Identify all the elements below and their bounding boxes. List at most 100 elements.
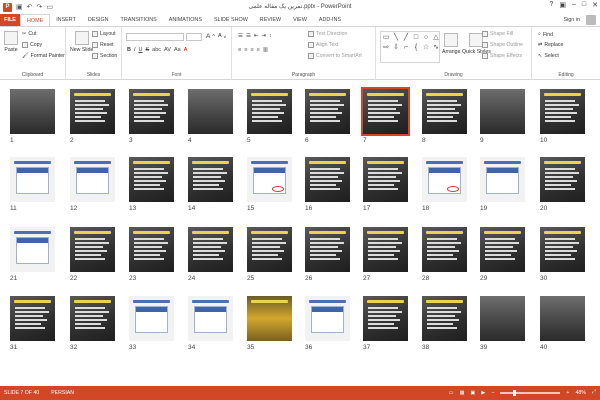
slide-thumbnail-6[interactable] — [305, 89, 350, 134]
align-center-icon[interactable]: ≡ — [244, 47, 247, 53]
slide-thumbnail-16[interactable] — [305, 157, 350, 202]
numbering-icon[interactable]: ☰ — [246, 33, 251, 39]
slide-thumbnail-38[interactable] — [422, 296, 467, 341]
paste-button[interactable]: Paste — [4, 31, 18, 53]
slide-thumbnail-27[interactable] — [363, 227, 408, 272]
slide-thumbnail-40[interactable] — [540, 296, 585, 341]
slide-thumbnail-3[interactable] — [129, 89, 174, 134]
font-color-button[interactable]: A — [184, 47, 188, 53]
slide-thumbnail-15[interactable] — [247, 157, 292, 202]
star-shape-icon[interactable]: ☆ — [423, 43, 429, 51]
italic-button[interactable]: I — [134, 47, 136, 53]
maximize-icon[interactable]: □ — [582, 1, 586, 9]
arrow-shape-icon-2[interactable]: ⇩ — [393, 43, 399, 51]
slide-thumbnail-31[interactable] — [10, 296, 55, 341]
decrease-indent-icon[interactable]: ⇤ — [254, 33, 259, 39]
slide-thumbnail-32[interactable] — [70, 296, 115, 341]
format-painter-button[interactable]: 🖌 Format Painter — [22, 53, 65, 59]
zoom-in-icon[interactable]: + — [566, 390, 569, 396]
close-icon[interactable]: ✕ — [592, 1, 598, 9]
character-spacing-button[interactable]: AV — [164, 47, 171, 53]
slide-thumbnail-5[interactable] — [247, 89, 292, 134]
font-name-input[interactable] — [126, 33, 184, 41]
sign-in-link[interactable]: Sign in — [564, 17, 580, 23]
slide-sorter-view-icon[interactable]: ▦ — [460, 390, 465, 396]
slide-thumbnail-29[interactable] — [480, 227, 525, 272]
fit-to-window-icon[interactable]: ⤢ — [592, 389, 596, 396]
slide-thumbnail-28[interactable] — [422, 227, 467, 272]
start-from-beginning-icon[interactable]: ▭ — [46, 3, 53, 12]
slide-thumbnail-21[interactable] — [10, 227, 55, 272]
font-size-input[interactable] — [186, 33, 202, 41]
slide-thumbnail-2[interactable] — [70, 89, 115, 134]
shapes-gallery[interactable]: ▭ ╲ ╱ □ ○ △ ⇨ ⇩ ⌐ { ☆ ∿ — [380, 31, 440, 63]
slide-thumbnail-39[interactable] — [480, 296, 525, 341]
language-indicator[interactable]: PERSIAN — [51, 390, 74, 396]
brace-shape-icon[interactable]: { — [415, 44, 417, 51]
connector-shape-icon[interactable]: ⌐ — [404, 44, 408, 51]
justify-icon[interactable]: ≡ — [257, 47, 260, 53]
slide-thumbnail-18[interactable] — [422, 157, 467, 202]
tab-add-ins[interactable]: ADD-INS — [313, 14, 347, 26]
copy-button[interactable]: Copy — [22, 42, 42, 48]
shrink-font-icon[interactable]: Av — [218, 33, 226, 39]
slide-thumbnail-33[interactable] — [129, 296, 174, 341]
layout-button[interactable]: Layout — [92, 31, 116, 37]
zoom-slider[interactable] — [500, 389, 561, 396]
slide-thumbnail-23[interactable] — [129, 227, 174, 272]
slide-thumbnail-24[interactable] — [188, 227, 233, 272]
slide-thumbnail-26[interactable] — [305, 227, 350, 272]
tab-slide-show[interactable]: SLIDE SHOW — [208, 14, 254, 26]
align-left-icon[interactable]: ≡ — [238, 47, 241, 53]
slide-thumbnail-9[interactable] — [480, 89, 525, 134]
help-icon[interactable]: ? — [549, 1, 553, 9]
bullets-icon[interactable]: ☰ — [238, 33, 243, 39]
slide-thumbnail-17[interactable] — [363, 157, 408, 202]
triangle-shape-icon[interactable]: △ — [433, 33, 438, 41]
grow-font-icon[interactable]: A ^ — [206, 33, 215, 40]
find-button[interactable]: ⌕ Find — [538, 31, 553, 38]
slide-thumbnail-35[interactable] — [247, 296, 292, 341]
curve-shape-icon[interactable]: ∿ — [433, 43, 439, 51]
arrow-shape-icon[interactable]: ⇨ — [383, 43, 389, 51]
reading-view-icon[interactable]: ▣ — [470, 390, 475, 396]
bold-button[interactable]: B — [127, 47, 131, 53]
slide-thumbnail-19[interactable] — [480, 157, 525, 202]
shape-effects-button[interactable]: Shape Effects — [482, 53, 522, 59]
replace-button[interactable]: ⇄ Replace — [538, 42, 563, 48]
redo-icon[interactable]: ↷ — [37, 3, 43, 12]
line-shape-icon-2[interactable]: ╱ — [404, 33, 408, 41]
slide-thumbnail-30[interactable] — [540, 227, 585, 272]
slide-thumbnail-14[interactable] — [188, 157, 233, 202]
slide-thumbnail-7[interactable] — [361, 87, 410, 136]
change-case-button[interactable]: Aa — [174, 47, 181, 53]
slide-thumbnail-10[interactable] — [540, 89, 585, 134]
zoom-slider-thumb[interactable] — [513, 389, 517, 396]
slide-thumbnail-34[interactable] — [188, 296, 233, 341]
slide-thumbnail-20[interactable] — [540, 157, 585, 202]
text-shadow-button[interactable]: abc — [152, 47, 161, 53]
line-spacing-icon[interactable]: ↕ — [269, 33, 272, 39]
undo-icon[interactable]: ↶ — [27, 3, 33, 12]
tab-view[interactable]: VIEW — [287, 14, 313, 26]
strikethrough-button[interactable]: S — [146, 47, 150, 53]
section-button[interactable]: Section — [92, 53, 117, 59]
square-shape-icon[interactable]: □ — [414, 34, 418, 41]
arrange-button[interactable]: Arrange — [442, 33, 460, 55]
slide-thumbnail-4[interactable] — [188, 89, 233, 134]
tab-animations[interactable]: ANIMATIONS — [163, 14, 208, 26]
avatar[interactable] — [586, 15, 596, 25]
tab-transitions[interactable]: TRANSITIONS — [115, 14, 163, 26]
columns-icon[interactable]: ▥ — [263, 47, 268, 53]
normal-view-icon[interactable]: ▭ — [449, 390, 454, 396]
slide-thumbnail-13[interactable] — [129, 157, 174, 202]
slide-thumbnail-11[interactable] — [10, 157, 55, 202]
select-button[interactable]: ↖ Select — [538, 53, 559, 59]
slideshow-view-icon[interactable]: ▶ — [481, 390, 485, 396]
underline-button[interactable]: U — [139, 47, 143, 53]
slide-thumbnail-22[interactable] — [70, 227, 115, 272]
oval-shape-icon[interactable]: ○ — [424, 34, 428, 41]
rectangle-shape-icon[interactable]: ▭ — [383, 33, 390, 41]
slide-thumbnail-37[interactable] — [363, 296, 408, 341]
convert-to-smartart-button[interactable]: Convert to SmartArt — [308, 53, 362, 59]
